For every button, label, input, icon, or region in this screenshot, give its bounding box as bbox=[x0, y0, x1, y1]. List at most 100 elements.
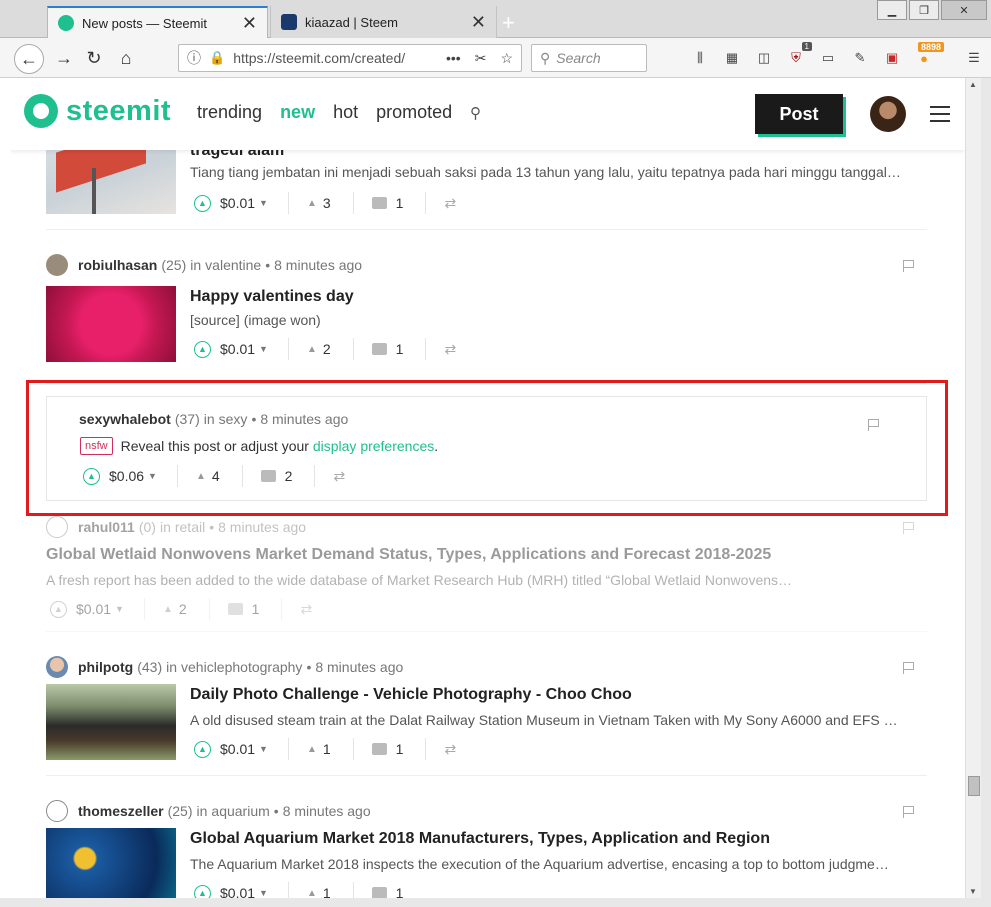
post-snippet[interactable]: The Aquarium Market 2018 inspects the ex… bbox=[190, 856, 927, 872]
post-button[interactable]: Post bbox=[755, 94, 843, 134]
payout[interactable]: $0.01 bbox=[220, 885, 255, 898]
home-icon[interactable]: ⌂ bbox=[114, 46, 138, 70]
post-time[interactable]: 8 minutes ago bbox=[274, 257, 362, 273]
tab-kiaazad[interactable]: kiaazad | Steem ✕ bbox=[270, 6, 497, 38]
nav-trending[interactable]: trending bbox=[197, 102, 262, 123]
chevron-down-icon[interactable]: ▼ bbox=[115, 604, 124, 614]
hamburger-menu-icon[interactable] bbox=[930, 106, 950, 127]
upvote-icon[interactable]: ▲ bbox=[194, 340, 211, 358]
comment-icon[interactable] bbox=[371, 197, 387, 209]
reblog-icon[interactable]: ⇄ bbox=[444, 195, 456, 212]
vote-count[interactable]: 2 bbox=[179, 601, 187, 617]
payout[interactable]: $0.01 bbox=[76, 601, 111, 617]
nav-promoted[interactable]: promoted bbox=[376, 102, 452, 123]
scroll-up-icon[interactable]: ▲ bbox=[969, 80, 977, 89]
ublock-icon[interactable]: ⛨ 1 bbox=[786, 42, 812, 68]
screenshot-icon[interactable]: ✂ bbox=[475, 50, 487, 67]
post-title[interactable]: Happy valentines day bbox=[190, 288, 354, 306]
chevron-down-icon[interactable]: ▼ bbox=[259, 344, 268, 354]
vertical-scrollbar[interactable]: ▲ ▼ bbox=[965, 78, 981, 898]
comment-count[interactable]: 1 bbox=[396, 885, 404, 898]
scrollbar-thumb[interactable] bbox=[968, 776, 980, 796]
post-time[interactable]: 8 minutes ago bbox=[283, 803, 371, 819]
avatar[interactable] bbox=[46, 656, 68, 678]
post-author[interactable]: thomeszeller bbox=[78, 803, 164, 819]
tab-new-posts[interactable]: New posts — Steemit ✕ bbox=[47, 6, 268, 38]
reblog-icon[interactable]: ⇄ bbox=[300, 601, 312, 618]
library-icon[interactable]: ⫼ bbox=[690, 48, 710, 68]
reload-icon[interactable]: ↻ bbox=[82, 46, 106, 70]
search-input[interactable]: ⚲ Search bbox=[531, 44, 647, 72]
site-search-icon[interactable]: ⚲ bbox=[470, 104, 481, 122]
menu-icon[interactable]: ☰ bbox=[964, 48, 984, 68]
post-author[interactable]: rahul011 bbox=[78, 519, 135, 535]
qr-code-icon[interactable]: ▦ bbox=[722, 48, 742, 68]
vote-count[interactable]: 1 bbox=[323, 741, 331, 757]
comment-icon[interactable] bbox=[371, 743, 387, 755]
post-title[interactable]: Global Wetlaid Nonwovens Market Demand S… bbox=[46, 546, 771, 564]
post-snippet[interactable]: [source] (image won) bbox=[190, 312, 927, 328]
comment-icon[interactable] bbox=[371, 887, 387, 898]
voters-icon[interactable]: ▲ bbox=[307, 888, 317, 899]
flag-icon[interactable] bbox=[903, 662, 914, 674]
scroll-down-icon[interactable]: ▼ bbox=[969, 887, 977, 896]
flag-icon[interactable] bbox=[903, 522, 914, 534]
avatar[interactable] bbox=[46, 800, 68, 822]
voters-icon[interactable]: ▲ bbox=[163, 604, 173, 615]
reblog-icon[interactable]: ⇄ bbox=[444, 341, 456, 358]
post-author[interactable]: robiulhasan bbox=[78, 257, 157, 273]
post-time[interactable]: 8 minutes ago bbox=[315, 659, 403, 675]
post-time[interactable]: 8 minutes ago bbox=[218, 519, 306, 535]
info-icon[interactable]: ⓘ bbox=[187, 48, 201, 68]
avatar[interactable] bbox=[46, 516, 68, 538]
post-thumbnail[interactable] bbox=[46, 286, 176, 362]
back-button[interactable]: ← bbox=[14, 44, 44, 74]
post-author[interactable]: philpotg bbox=[78, 659, 133, 675]
close-window-icon[interactable]: ✕ bbox=[941, 0, 987, 20]
post-category[interactable]: retail bbox=[175, 519, 205, 535]
post-snippet[interactable]: A old disused steam train at the Dalat R… bbox=[190, 712, 927, 728]
vote-count[interactable]: 1 bbox=[323, 885, 331, 898]
screen-icon[interactable]: ▭ bbox=[818, 48, 838, 68]
payout[interactable]: $0.01 bbox=[220, 341, 255, 357]
comment-count[interactable]: 1 bbox=[396, 341, 404, 357]
sidebar-icon[interactable]: ◫ bbox=[754, 48, 774, 68]
upvote-icon[interactable]: ▲ bbox=[50, 600, 67, 618]
vote-count[interactable]: 3 bbox=[323, 195, 331, 211]
comment-count[interactable]: 1 bbox=[396, 741, 404, 757]
post-snippet[interactable]: Tiang tiang jembatan ini menjadi sebuah … bbox=[190, 164, 927, 180]
flag-icon[interactable] bbox=[903, 260, 914, 272]
comment-icon[interactable] bbox=[227, 603, 243, 615]
upvote-icon[interactable]: ▲ bbox=[194, 740, 211, 758]
post-title[interactable]: Daily Photo Challenge - Vehicle Photogra… bbox=[190, 686, 632, 704]
voters-icon[interactable]: ▲ bbox=[307, 744, 317, 755]
post-snippet[interactable]: A fresh report has been added to the wid… bbox=[46, 572, 826, 588]
comment-count[interactable]: 1 bbox=[252, 601, 260, 617]
clipboard-icon[interactable]: ▣ bbox=[882, 48, 902, 68]
chevron-down-icon[interactable]: ▼ bbox=[259, 198, 268, 208]
payout[interactable]: $0.01 bbox=[220, 195, 255, 211]
upvote-icon[interactable]: ▲ bbox=[194, 194, 211, 212]
edit-icon[interactable]: ✎ bbox=[850, 48, 870, 68]
page-actions-icon[interactable]: ••• bbox=[446, 50, 461, 67]
post-thumbnail[interactable] bbox=[46, 684, 176, 760]
close-tab-icon[interactable]: ✕ bbox=[242, 14, 257, 32]
restore-icon[interactable]: ❐ bbox=[909, 0, 939, 20]
post-category[interactable]: vehiclephotography bbox=[181, 659, 302, 675]
nav-new[interactable]: new bbox=[280, 102, 315, 123]
chevron-down-icon[interactable]: ▼ bbox=[259, 744, 268, 754]
reblog-icon[interactable]: ⇄ bbox=[444, 741, 456, 758]
post-category[interactable]: valentine bbox=[205, 257, 261, 273]
post-category[interactable]: aquarium bbox=[211, 803, 269, 819]
vote-count[interactable]: 2 bbox=[323, 341, 331, 357]
bookmark-star-icon[interactable]: ☆ bbox=[500, 50, 513, 67]
flag-icon[interactable] bbox=[903, 806, 914, 818]
steemit-logo[interactable]: steemit bbox=[24, 94, 171, 128]
chevron-down-icon[interactable]: ▼ bbox=[259, 888, 268, 898]
minimize-icon[interactable]: ▁ bbox=[877, 0, 907, 20]
payout[interactable]: $0.01 bbox=[220, 741, 255, 757]
extension-badge-icon[interactable]: ● 8898 bbox=[914, 42, 944, 68]
post-thumbnail[interactable] bbox=[46, 828, 176, 898]
user-avatar[interactable] bbox=[870, 96, 906, 132]
nav-hot[interactable]: hot bbox=[333, 102, 358, 123]
